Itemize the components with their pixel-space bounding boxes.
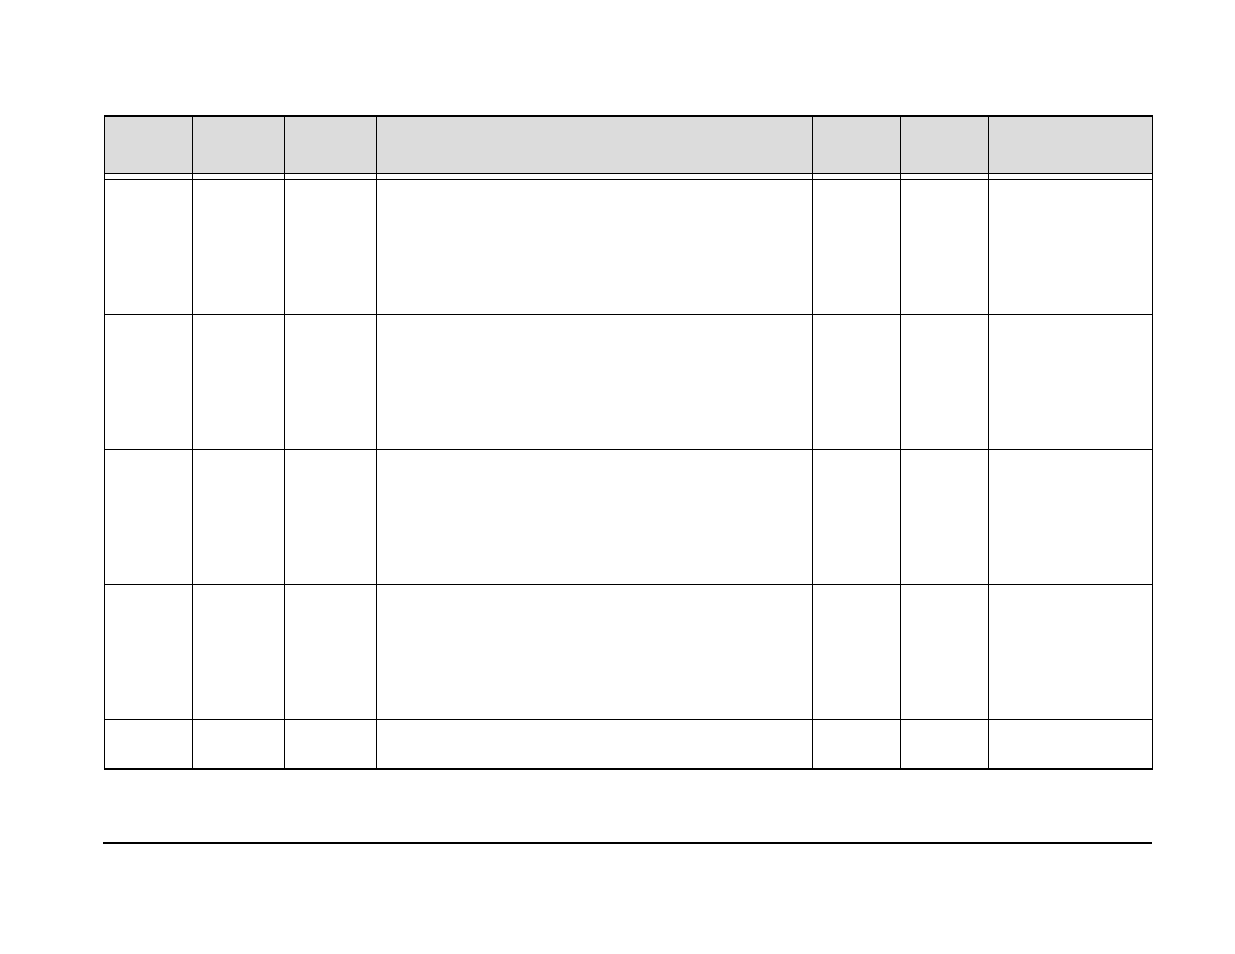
- table-cell: [193, 179, 285, 314]
- table-row: [105, 449, 1153, 584]
- table-cell: [285, 719, 377, 769]
- table-cell: [193, 449, 285, 584]
- table-cell: [901, 719, 989, 769]
- table-cell: [377, 314, 813, 449]
- table-cell: [193, 314, 285, 449]
- empty-table: [104, 115, 1153, 770]
- table-cell: [105, 584, 193, 719]
- table-row: [105, 314, 1153, 449]
- footer-divider: [103, 842, 1152, 844]
- table-row: [105, 719, 1153, 769]
- table-header-cell: [989, 116, 1153, 173]
- table-row: [105, 179, 1153, 314]
- table-cell: [989, 719, 1153, 769]
- table-header-cell: [285, 116, 377, 173]
- table-cell: [193, 719, 285, 769]
- table-cell: [377, 179, 813, 314]
- table-cell: [377, 719, 813, 769]
- table-cell: [285, 584, 377, 719]
- table-header-cell: [901, 116, 989, 173]
- table-container: [104, 115, 1152, 770]
- table-header-cell: [813, 116, 901, 173]
- table-cell: [901, 314, 989, 449]
- table-cell: [813, 179, 901, 314]
- table-cell: [901, 449, 989, 584]
- table-cell: [105, 719, 193, 769]
- table-cell: [813, 314, 901, 449]
- table-cell: [989, 449, 1153, 584]
- table-cell: [989, 179, 1153, 314]
- table-cell: [901, 179, 989, 314]
- table-header-row: [105, 116, 1153, 173]
- table-header-cell: [377, 116, 813, 173]
- table-cell: [105, 179, 193, 314]
- table-cell: [901, 584, 989, 719]
- document-page: [0, 0, 1235, 954]
- table-cell: [285, 314, 377, 449]
- table-cell: [813, 719, 901, 769]
- table-header-cell: [105, 116, 193, 173]
- table-cell: [813, 584, 901, 719]
- table-cell: [105, 449, 193, 584]
- table-cell: [989, 584, 1153, 719]
- table-cell: [285, 179, 377, 314]
- table-cell: [193, 584, 285, 719]
- table-header-cell: [193, 116, 285, 173]
- table-row: [105, 584, 1153, 719]
- table-cell: [105, 314, 193, 449]
- table-cell: [377, 584, 813, 719]
- table-cell: [285, 449, 377, 584]
- table-cell: [377, 449, 813, 584]
- table-cell: [813, 449, 901, 584]
- table-cell: [989, 314, 1153, 449]
